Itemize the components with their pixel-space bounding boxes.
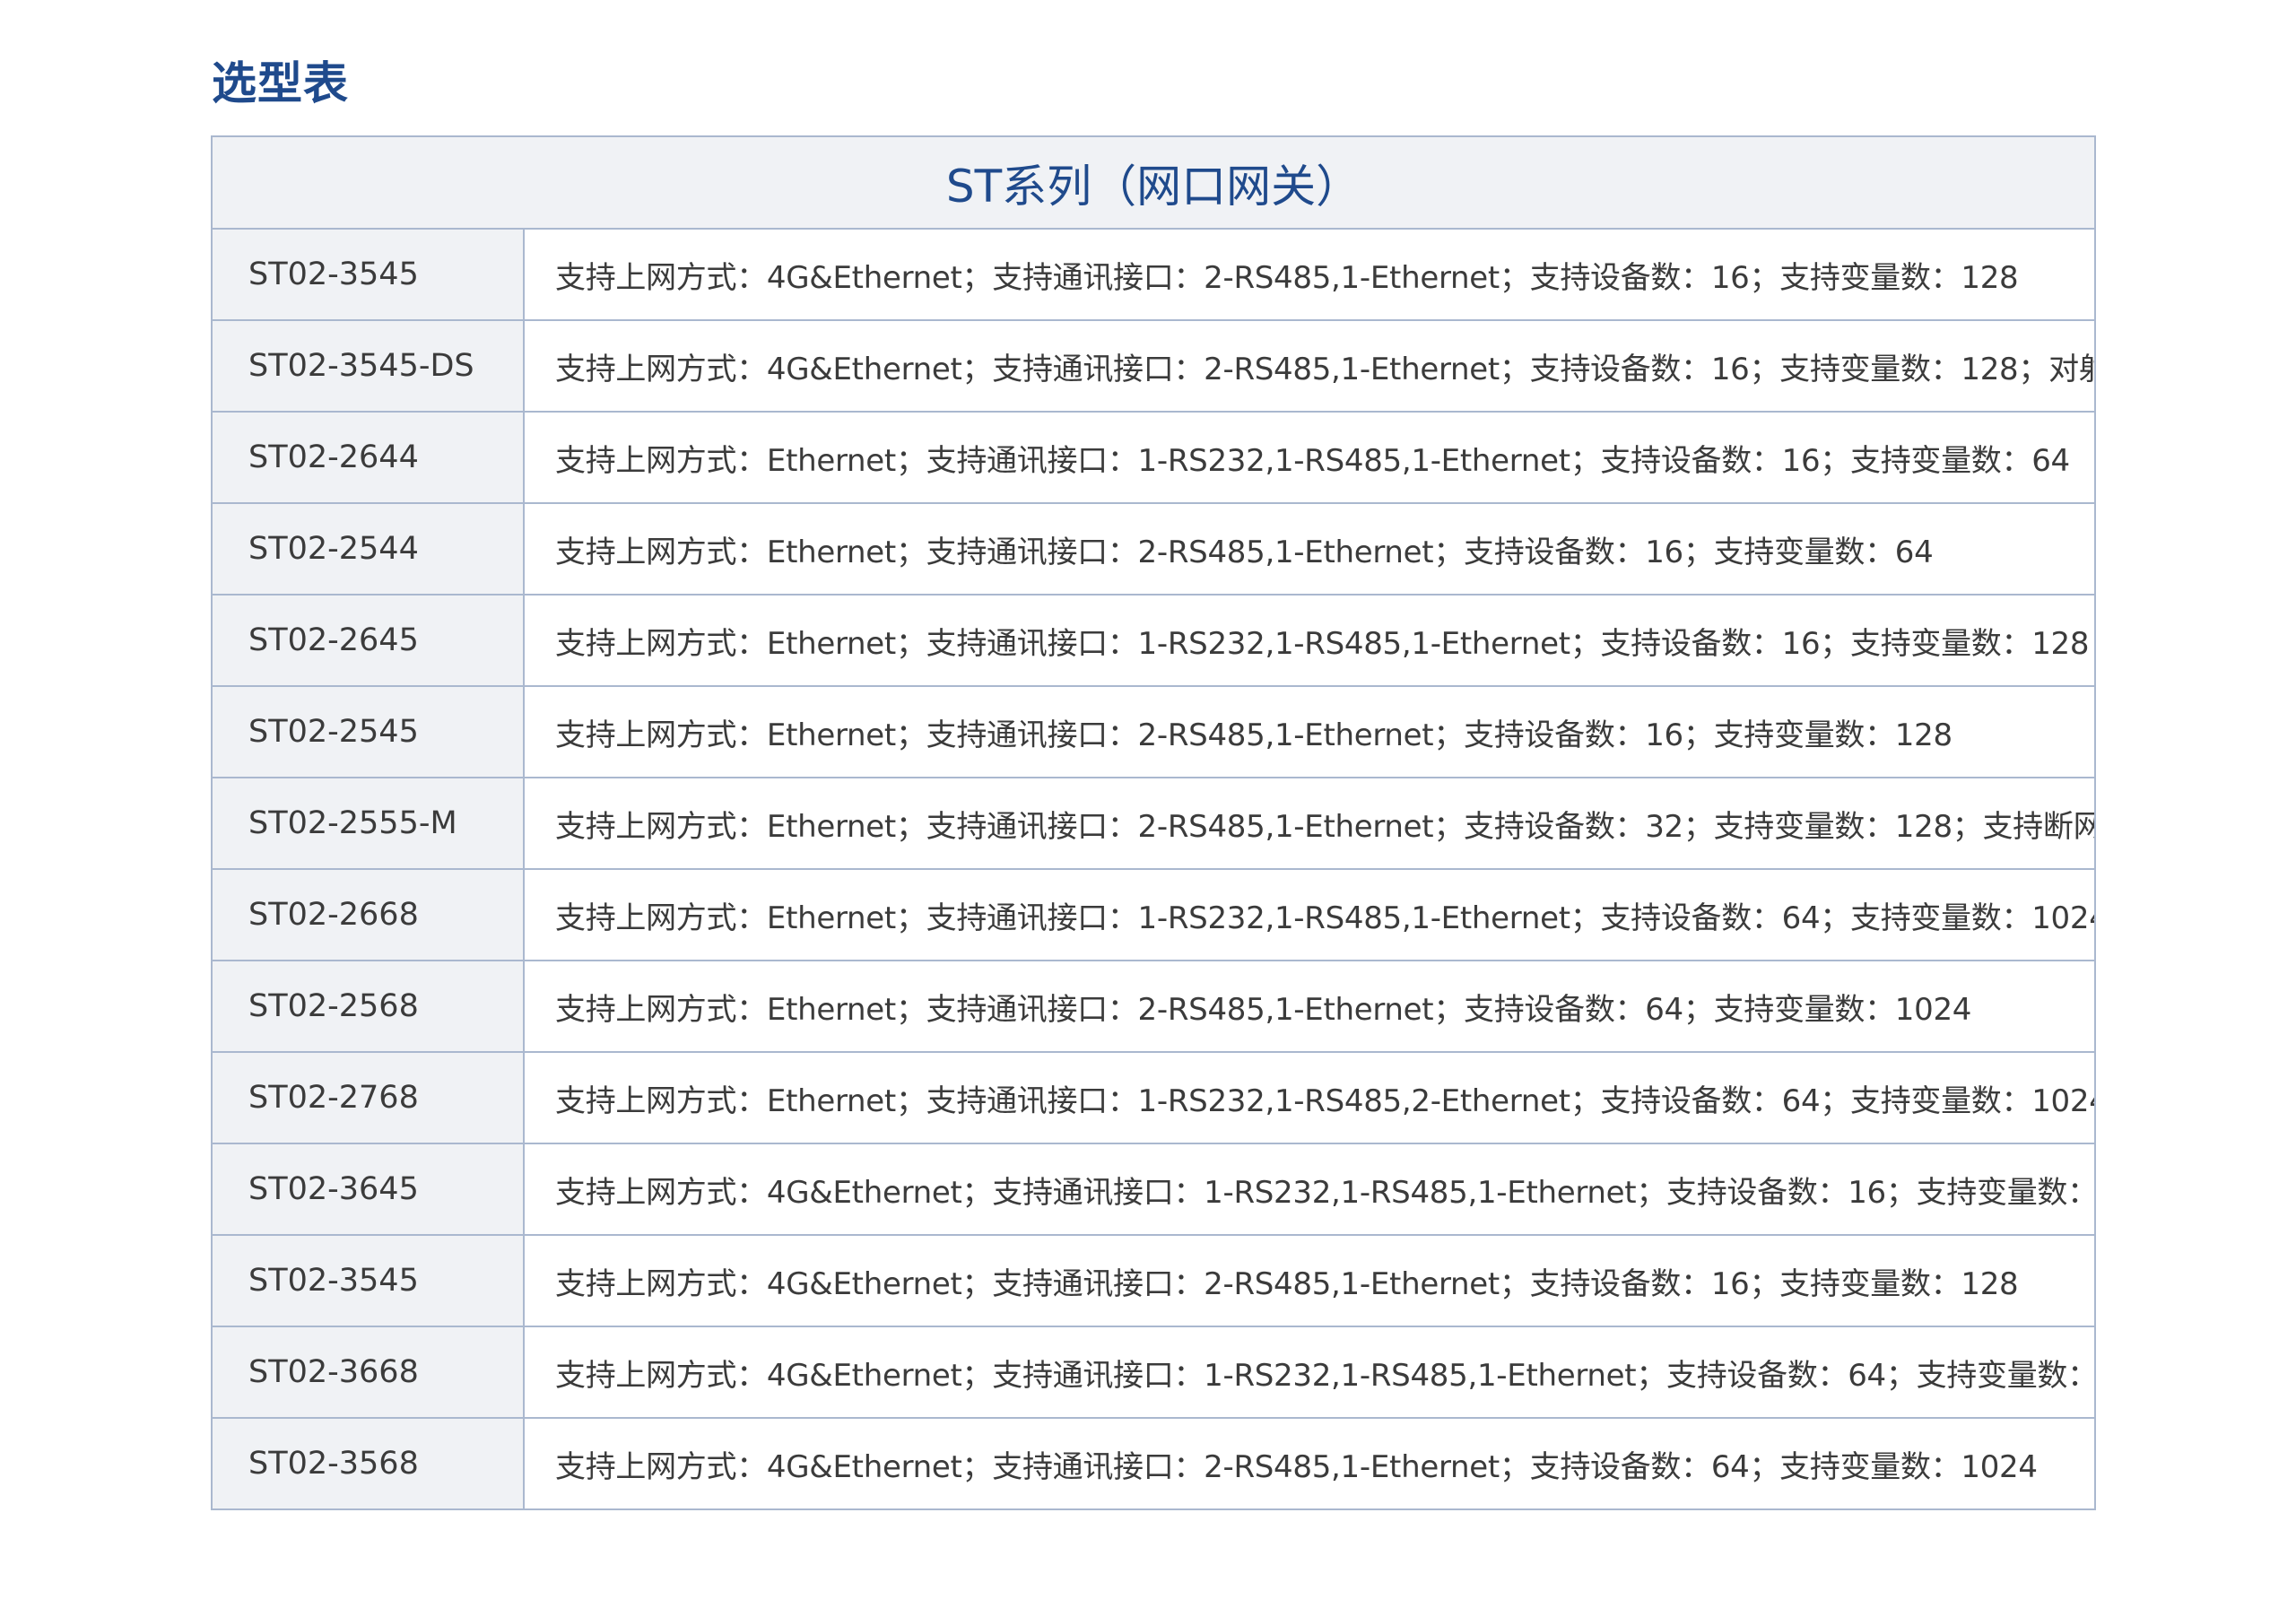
spec-cell: 支持上网方式：Ethernet；支持通讯接口：2-RS485,1-Etherne… bbox=[524, 777, 2095, 870]
table-row: ST02-2768 支持上网方式：Ethernet；支持通讯接口：1-RS232… bbox=[212, 1051, 2095, 1144]
model-cell: ST02-2644 bbox=[212, 411, 525, 504]
model-cell: ST02-2545 bbox=[212, 685, 525, 778]
table-row: ST02-3568 支持上网方式：4G&Ethernet；支持通讯接口：2-RS… bbox=[212, 1417, 2095, 1510]
model-cell: ST02-3545 bbox=[212, 1234, 525, 1327]
table-row: ST02-2568 支持上网方式：Ethernet；支持通讯接口：2-RS485… bbox=[212, 960, 2095, 1053]
table-row: ST02-2555-M 支持上网方式：Ethernet；支持通讯接口：2-RS4… bbox=[212, 777, 2095, 870]
model-cell: ST02-3645 bbox=[212, 1143, 525, 1236]
table-header: ST系列（网口网关） bbox=[211, 135, 2096, 230]
table-row: ST02-2544 支持上网方式：Ethernet；支持通讯接口：2-RS485… bbox=[212, 502, 2095, 596]
table-row: ST02-3668 支持上网方式：4G&Ethernet；支持通讯接口：1-RS… bbox=[212, 1326, 2095, 1419]
model-cell: ST02-2555-M bbox=[212, 777, 525, 870]
table-row: ST02-3645 支持上网方式：4G&Ethernet；支持通讯接口：1-RS… bbox=[212, 1143, 2095, 1236]
table-row: ST02-2668 支持上网方式：Ethernet；支持通讯接口：1-RS232… bbox=[212, 868, 2095, 961]
spec-cell: 支持上网方式：Ethernet；支持通讯接口：1-RS232,1-RS485,1… bbox=[524, 411, 2095, 504]
page-title: 选型表 bbox=[212, 57, 349, 109]
model-cell: ST02-3568 bbox=[212, 1417, 525, 1510]
table-row: ST02-2645 支持上网方式：Ethernet；支持通讯接口：1-RS232… bbox=[212, 594, 2095, 687]
model-cell: ST02-3545 bbox=[212, 228, 525, 321]
spec-cell: 支持上网方式：Ethernet；支持通讯接口：1-RS232,1-RS485,1… bbox=[524, 594, 2095, 687]
spec-cell: 支持上网方式：4G&Ethernet；支持通讯接口：2-RS485,1-Ethe… bbox=[524, 228, 2095, 321]
model-cell: ST02-2668 bbox=[212, 868, 525, 961]
table-row: ST02-2545 支持上网方式：Ethernet；支持通讯接口：2-RS485… bbox=[212, 685, 2095, 778]
spec-cell: 支持上网方式：4G&Ethernet；支持通讯接口：1-RS232,1-RS48… bbox=[524, 1326, 2095, 1419]
table-row: ST02-2644 支持上网方式：Ethernet；支持通讯接口：1-RS232… bbox=[212, 411, 2095, 504]
spec-cell: 支持上网方式：4G&Ethernet；支持通讯接口：2-RS485,1-Ethe… bbox=[524, 1234, 2095, 1327]
spec-cell: 支持上网方式：Ethernet；支持通讯接口：2-RS485,1-Etherne… bbox=[524, 685, 2095, 778]
model-cell: ST02-3545-DS bbox=[212, 319, 525, 413]
spec-cell: 支持上网方式：4G&Ethernet；支持通讯接口：2-RS485,1-Ethe… bbox=[524, 319, 2095, 413]
spec-cell: 支持上网方式：Ethernet；支持通讯接口：2-RS485,1-Etherne… bbox=[524, 502, 2095, 596]
spec-cell: 支持上网方式：Ethernet；支持通讯接口：1-RS232,1-RS485,1… bbox=[524, 868, 2095, 961]
model-cell: ST02-2544 bbox=[212, 502, 525, 596]
model-cell: ST02-2645 bbox=[212, 594, 525, 687]
table-row: ST02-3545 支持上网方式：4G&Ethernet；支持通讯接口：2-RS… bbox=[212, 1234, 2095, 1327]
model-cell: ST02-3668 bbox=[212, 1326, 525, 1419]
selection-table: ST系列（网口网关） ST02-3545 支持上网方式：4G&Ethernet；… bbox=[211, 135, 2096, 1510]
model-cell: ST02-2768 bbox=[212, 1051, 525, 1144]
spec-cell: 支持上网方式：4G&Ethernet；支持通讯接口：2-RS485,1-Ethe… bbox=[524, 1417, 2095, 1510]
table-header-row: ST系列（网口网关） bbox=[211, 135, 2096, 230]
spec-cell: 支持上网方式：4G&Ethernet；支持通讯接口：1-RS232,1-RS48… bbox=[524, 1143, 2095, 1236]
spec-cell: 支持上网方式：Ethernet；支持通讯接口：1-RS232,1-RS485,2… bbox=[524, 1051, 2095, 1144]
table-row: ST02-3545 支持上网方式：4G&Ethernet；支持通讯接口：2-RS… bbox=[212, 228, 2095, 321]
model-cell: ST02-2568 bbox=[212, 960, 525, 1053]
spec-cell: 支持上网方式：Ethernet；支持通讯接口：2-RS485,1-Etherne… bbox=[524, 960, 2095, 1053]
table-row: ST02-3545-DS 支持上网方式：4G&Ethernet；支持通讯接口：2… bbox=[212, 319, 2095, 413]
